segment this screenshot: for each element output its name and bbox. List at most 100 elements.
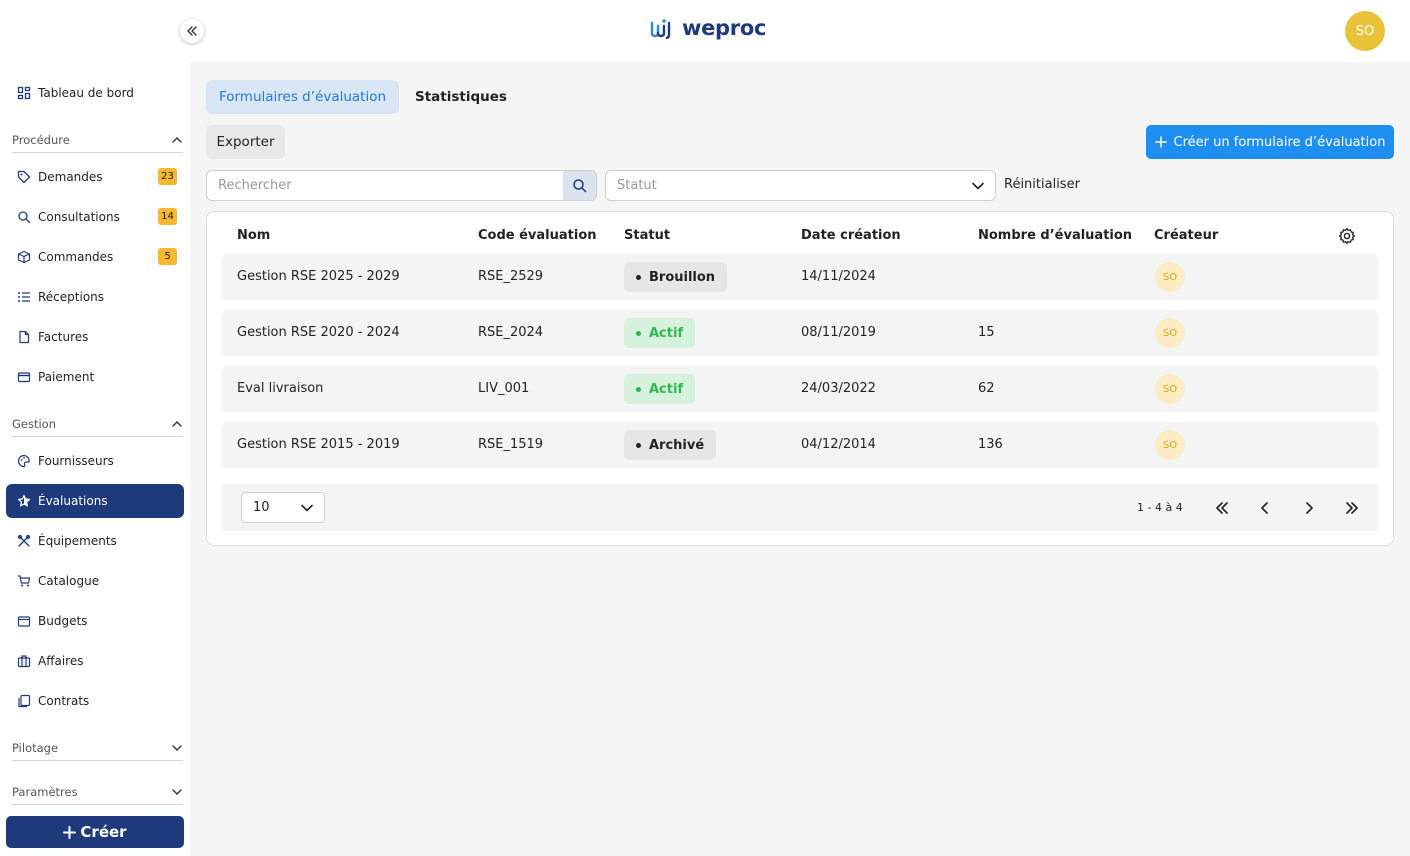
cell-date: 08/11/2019 [801,325,876,340]
sidebar-item-label: Factures [38,330,89,344]
create-form-label: Créer un formulaire d’évaluation [1173,134,1386,150]
create-form-button[interactable]: Créer un formulaire d’évaluation [1146,125,1394,159]
cell-name: Eval livraison [237,381,324,396]
section-label: Procédure [12,132,70,147]
chevron-left-icon [1261,502,1268,514]
sidebar-item-factures[interactable]: Factures [6,320,184,354]
sidebar: Tableau de bord Procédure Demandes 23 Co… [0,62,190,856]
evaluations-table: Nom Code évaluation Statut Date création… [206,211,1394,546]
search-button[interactable] [563,171,596,200]
section-label: Pilotage [12,740,59,755]
status-label: Actif [649,325,684,341]
user-avatar[interactable]: SO [1345,11,1385,51]
dashboard-icon [17,86,31,100]
creator-avatar: SO [1155,262,1185,292]
tools-icon [17,534,31,547]
column-header-date[interactable]: Date création [801,228,901,243]
sidebar-item-equipements[interactable]: Équipements [6,524,184,558]
chevron-down-icon [172,744,182,751]
sidebar-item-label: Catalogue [38,574,100,588]
chevron-down-icon [972,182,984,190]
sidebar-item-commandes[interactable]: Commandes 5 [6,240,184,274]
status-label: Archivé [649,437,705,453]
collapse-sidebar-button[interactable] [180,19,204,43]
sidebar-item-label: Tableau de bord [38,86,134,100]
briefcase-icon [17,655,31,668]
page-range: 1 - 4 à 4 [1137,501,1183,514]
status-dot [636,330,641,336]
section-pilotage[interactable]: Pilotage [12,735,183,761]
column-header-code[interactable]: Code évaluation [478,228,597,243]
export-button[interactable]: Exporter [206,125,285,159]
first-page-button[interactable] [1210,496,1234,520]
tab-formulaires[interactable]: Formulaires d’évaluation [206,80,399,114]
sidebar-item-contrats[interactable]: Contrats [6,684,184,718]
count-badge: 23 [158,168,177,185]
status-badge: Actif [624,318,696,348]
chevron-down-icon [301,504,313,512]
next-page-button[interactable] [1297,496,1321,520]
section-gestion[interactable]: Gestion [12,411,183,437]
plus-icon [1154,136,1167,148]
sidebar-item-label: Consultations [38,210,120,224]
document-icon [19,330,30,344]
cell-date: 24/03/2022 [801,381,876,396]
column-header-nom[interactable]: Nom [237,228,270,243]
tab-statistiques[interactable]: Statistiques [415,80,507,114]
cell-code: RSE_1519 [478,437,544,452]
sidebar-item-label: Évaluations [38,494,108,508]
sidebar-item-demandes[interactable]: Demandes 23 [6,160,184,194]
chevron-down-icon [172,788,182,795]
weproc-logo-icon [650,19,671,39]
cell-date: 14/11/2024 [801,269,876,284]
cell-name: Gestion RSE 2020 - 2024 [237,325,400,340]
page-size-select[interactable]: 10 [241,492,325,523]
sidebar-item-dashboard[interactable]: Tableau de bord [6,76,184,110]
create-button[interactable]: Créer [6,816,184,848]
table-row[interactable]: Gestion RSE 2015 - 2019 RSE_1519 Archivé… [221,422,1379,468]
column-header-createur[interactable]: Créateur [1154,228,1218,243]
sidebar-item-consultations[interactable]: Consultations 14 [6,200,184,234]
double-chevron-left-icon [1216,502,1228,514]
gear-icon[interactable] [1338,227,1356,245]
table-row[interactable]: Gestion RSE 2025 - 2029 RSE_2529 Brouill… [221,254,1379,300]
sidebar-item-receptions[interactable]: Réceptions [6,280,184,314]
card-icon [17,372,31,383]
cell-code: RSE_2529 [478,269,544,284]
palette-icon [17,454,30,468]
table-row[interactable]: Eval livraison LIV_001 Actif 24/03/2022 … [221,366,1379,412]
search-input[interactable] [207,171,565,200]
cell-name: Gestion RSE 2015 - 2019 [237,437,400,452]
status-dot [636,386,641,392]
sidebar-item-budgets[interactable]: Budgets [6,604,184,638]
box-icon [17,250,31,264]
sidebar-item-catalogue[interactable]: Catalogue [6,564,184,598]
sidebar-item-affaires[interactable]: Affaires [6,644,184,678]
reset-button[interactable]: Réinitialiser [1004,177,1080,192]
creator-avatar: SO [1155,430,1185,460]
cell-date: 04/12/2014 [801,437,876,452]
cell-count: 62 [978,381,995,396]
sidebar-item-paiement[interactable]: Paiement [6,360,184,394]
top-header: weproc SO [0,0,1410,62]
column-header-statut[interactable]: Statut [624,228,670,243]
column-header-nombre[interactable]: Nombre d’évaluation [978,228,1132,243]
table-row[interactable]: Gestion RSE 2020 - 2024 RSE_2024 Actif 0… [221,310,1379,356]
sidebar-item-evaluations[interactable]: Évaluations [6,484,184,518]
logo-text: weproc [682,16,767,40]
sidebar-item-fournisseurs[interactable]: Fournisseurs [6,444,184,478]
double-chevron-right-icon [1346,502,1358,514]
previous-page-button[interactable] [1253,496,1277,520]
sidebar-item-label: Affaires [38,654,84,668]
status-select[interactable]: Statut [605,170,996,201]
sidebar-item-label: Paiement [38,370,95,384]
last-page-button[interactable] [1340,496,1364,520]
chevron-up-icon [172,136,182,143]
section-procedure[interactable]: Procédure [12,127,183,153]
status-label: Brouillon [649,269,716,285]
creator-avatar: SO [1155,318,1185,348]
status-badge: Brouillon [624,262,728,292]
app-logo[interactable]: weproc [650,16,766,40]
section-parametres[interactable]: Paramètres [12,779,183,805]
sidebar-item-label: Commandes [38,250,114,264]
